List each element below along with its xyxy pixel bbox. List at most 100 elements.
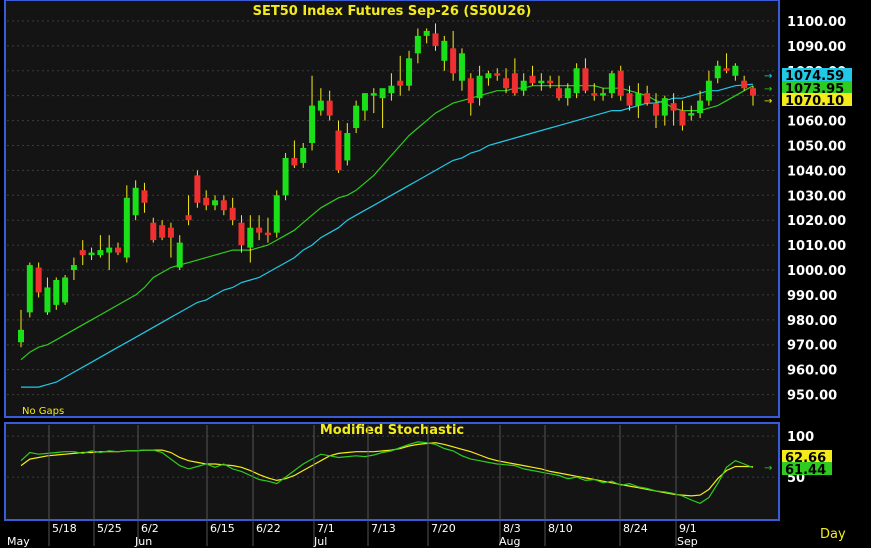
candle-body xyxy=(88,252,95,256)
price-tick-label: 1000.00 xyxy=(787,264,846,279)
price-tick-label: 1060.00 xyxy=(787,115,846,130)
candle-body xyxy=(70,265,77,271)
candle-body xyxy=(167,227,174,238)
candle-body xyxy=(194,175,201,203)
candle-body xyxy=(406,58,413,86)
price-panel[interactable] xyxy=(4,0,780,418)
candle-body xyxy=(317,100,324,111)
candle-body xyxy=(220,200,227,211)
price-tick-label: 1090.00 xyxy=(787,40,846,55)
date-label: 5/18 xyxy=(52,522,77,535)
candle-body xyxy=(62,277,69,303)
candle xyxy=(573,63,580,99)
price-tick-label: 1040.00 xyxy=(787,164,846,179)
candle-body xyxy=(97,250,104,256)
candle-body xyxy=(511,73,518,94)
month-label: Jun xyxy=(134,535,152,548)
price-tag-arrow: → xyxy=(764,71,772,82)
candle xyxy=(35,262,42,298)
no-gaps-note: No Gaps xyxy=(22,406,64,417)
candle-body xyxy=(335,130,342,171)
date-label: 6/22 xyxy=(256,522,281,535)
candle-body xyxy=(705,80,712,101)
date-label: 9/1 xyxy=(679,522,697,535)
candle-body xyxy=(503,78,510,89)
candle-body xyxy=(26,265,33,313)
candle-body xyxy=(732,65,739,76)
candle-body xyxy=(600,93,607,96)
stochastic-tag-arrow: → xyxy=(764,463,772,474)
price-tag-arrow: → xyxy=(764,84,772,95)
date-label: 5/25 xyxy=(97,522,122,535)
date-label: 7/20 xyxy=(431,522,456,535)
candle-body xyxy=(229,207,236,221)
candle xyxy=(617,65,624,101)
date-label: 6/15 xyxy=(210,522,235,535)
candle xyxy=(26,262,33,318)
candle xyxy=(282,152,289,201)
candle-body xyxy=(679,110,686,126)
candle-body xyxy=(414,35,421,54)
candle-body xyxy=(635,93,642,106)
candle-body xyxy=(18,329,24,343)
chart-canvas: SET50 Index Futures Sep-26 (S50U26) No G… xyxy=(0,0,871,548)
price-chart-title: SET50 Index Futures Sep-26 (S50U26) xyxy=(253,4,532,19)
candle-body xyxy=(591,93,598,96)
price-tick-label: 1030.00 xyxy=(787,189,846,204)
candle-body xyxy=(573,68,580,94)
price-tick-label: 1010.00 xyxy=(787,239,846,254)
candle-body xyxy=(141,190,148,203)
candle-body xyxy=(750,88,756,96)
candle-body xyxy=(494,73,501,76)
candle-body xyxy=(79,250,86,256)
price-tag-label: 1070.10 xyxy=(785,94,844,109)
candle-body xyxy=(379,88,386,99)
candle-body xyxy=(529,75,536,84)
candle-body xyxy=(582,68,589,91)
candle-body xyxy=(150,222,157,241)
candle-body xyxy=(644,93,651,104)
candle-body xyxy=(344,133,351,161)
month-label: Sep xyxy=(677,535,698,548)
date-label: 8/3 xyxy=(503,522,521,535)
candle-body xyxy=(670,103,677,111)
candle-body xyxy=(661,98,668,116)
price-tick-label: 970.00 xyxy=(787,339,837,354)
stochastic-title: Modified Stochastic xyxy=(320,423,464,438)
candle xyxy=(62,275,69,305)
candle-body xyxy=(106,247,113,253)
period-label[interactable]: Day xyxy=(820,527,846,542)
candle-body xyxy=(617,70,624,96)
candle-body xyxy=(291,157,298,166)
date-label: 6/2 xyxy=(141,522,159,535)
candle xyxy=(194,170,201,208)
candle-body xyxy=(370,93,377,96)
candle-body xyxy=(723,68,730,71)
candle-body xyxy=(714,65,721,79)
candle-body xyxy=(247,227,254,248)
price-tick-label: 960.00 xyxy=(787,364,837,379)
candle-body xyxy=(608,73,615,94)
candle-body xyxy=(159,225,166,238)
price-tick-label: 1050.00 xyxy=(787,139,846,154)
candle-body xyxy=(53,279,60,305)
candle-body xyxy=(547,80,554,84)
candle-body xyxy=(441,40,448,61)
candle-body xyxy=(626,93,633,106)
candle-body xyxy=(361,93,368,111)
candle-body xyxy=(697,100,704,114)
candle-body xyxy=(256,227,263,233)
candle-body xyxy=(35,267,42,293)
price-tick-label: 990.00 xyxy=(787,289,837,304)
candle-body xyxy=(520,80,527,91)
candle-body xyxy=(353,105,360,129)
candle-body xyxy=(326,100,333,116)
candle-body xyxy=(238,222,245,246)
candle-body xyxy=(273,195,280,233)
candle-body xyxy=(176,242,183,268)
candle-body xyxy=(300,147,307,163)
stochastic-tick-label: 100 xyxy=(787,430,814,445)
month-label: Jul xyxy=(313,535,327,548)
candle-body xyxy=(212,200,219,206)
candle-body xyxy=(741,80,748,89)
